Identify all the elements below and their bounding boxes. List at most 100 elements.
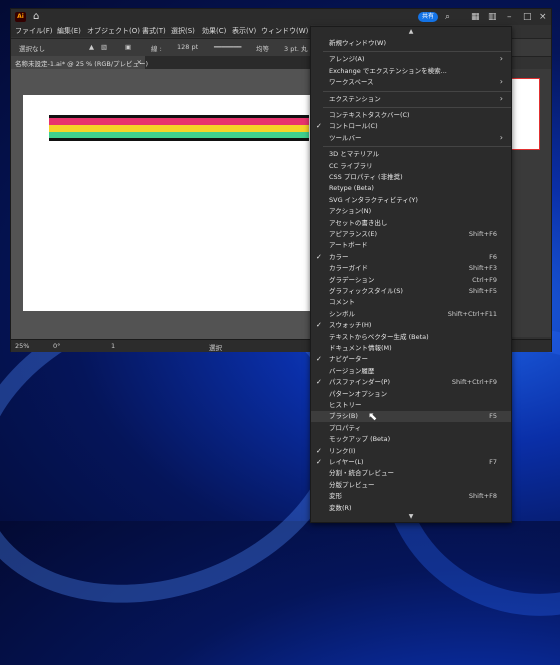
menu-item-label: アートボード bbox=[329, 241, 368, 250]
window-menu-item[interactable]: プロパティ bbox=[311, 423, 511, 434]
window-menu-item[interactable]: アートボード bbox=[311, 240, 511, 251]
window-menu-item[interactable]: ドキュメント情報(M) bbox=[311, 343, 511, 354]
line-style-select[interactable]: 均等 bbox=[256, 43, 269, 53]
menu-item-shortcut: Shift+F3 bbox=[468, 264, 497, 273]
menu-item-label: カラー bbox=[329, 252, 349, 261]
menu-item-label: ドキュメント情報(M) bbox=[329, 344, 392, 352]
window-menu-item[interactable]: 変形 Shift+F8 bbox=[311, 491, 511, 502]
menu-item-label: ナビゲーター bbox=[329, 355, 368, 364]
search-icon[interactable]: ⌕ bbox=[445, 12, 450, 22]
scroll-up-arrow[interactable]: ▲ bbox=[311, 28, 511, 36]
share-button[interactable]: 共有 bbox=[418, 12, 438, 22]
stroke-label: 線 : bbox=[151, 45, 162, 53]
menu-separator bbox=[323, 51, 511, 53]
menu-item-label: テキストからベクター生成 (Beta) bbox=[329, 332, 429, 341]
window-menu-item[interactable]: パターンオプション bbox=[311, 389, 511, 400]
window-menu-item[interactable]: ✓ パスファインダー(P) Shift+Ctrl+F9 bbox=[311, 377, 511, 388]
menu-item-label: リンク(I) bbox=[329, 446, 356, 455]
scroll-down-arrow[interactable]: ▼ bbox=[311, 513, 511, 521]
window-menu-item[interactable]: ブラシ(B) F5 bbox=[311, 411, 511, 423]
panel-icon[interactable]: ▥ bbox=[488, 12, 497, 22]
window-menu-item[interactable]: バージョン履歴 bbox=[311, 366, 511, 377]
artwork-stripe[interactable] bbox=[49, 125, 309, 132]
mouse-cursor-icon: ⬉ bbox=[368, 410, 378, 423]
artwork-stripe[interactable] bbox=[49, 138, 309, 141]
window-menu-item[interactable]: CSS プロパティ (非推奨) bbox=[311, 172, 511, 183]
window-menu-item[interactable]: ✓ ナビゲーター bbox=[311, 354, 511, 365]
window-menu-item[interactable]: グラフィックスタイル(S) Shift+F5 bbox=[311, 286, 511, 297]
menu-view[interactable]: 表示(V) bbox=[232, 26, 256, 36]
window-menu-item[interactable]: テキストからベクター生成 (Beta) bbox=[311, 332, 511, 343]
stroke-weight-field[interactable]: 128 pt bbox=[177, 43, 198, 51]
window-menu-item[interactable]: ✓ コントロール(C) bbox=[311, 121, 511, 132]
brush-weight-select[interactable]: 3 pt. 丸 bbox=[284, 43, 308, 53]
menu-effect[interactable]: 効果(C) bbox=[202, 26, 226, 36]
tab-close-icon[interactable]: × bbox=[137, 58, 142, 66]
window-menu-item[interactable]: コンテキストタスクバー(C) bbox=[311, 110, 511, 121]
line-preview[interactable]: ━━━━━━━ bbox=[214, 43, 241, 51]
menu-item-shortcut: F7 bbox=[489, 458, 497, 466]
menu-item-label: Exchange でエクステンションを検索... bbox=[329, 66, 447, 75]
document-tabs: 名称未設定-1.ai* @ 25 % (RGB/プレビュー) × bbox=[11, 56, 311, 69]
window-menu-item[interactable]: アクション(N) bbox=[311, 206, 511, 217]
home-icon[interactable]: ⌂ bbox=[33, 12, 43, 22]
artboard-number[interactable]: 1 bbox=[111, 342, 115, 350]
window-menu-item[interactable]: ✓ レイヤー(L) F7 bbox=[311, 457, 511, 468]
menu-item-label: モックアップ (Beta) bbox=[329, 435, 391, 444]
window-menu-item[interactable]: カラーガイド Shift+F3 bbox=[311, 263, 511, 274]
window-menu-item[interactable]: ヒストリー bbox=[311, 400, 511, 411]
rotation-value[interactable]: 0° bbox=[53, 342, 60, 350]
minimize-icon[interactable]: – bbox=[507, 12, 512, 22]
window-menu-item[interactable]: 新規ウィンドウ(W) bbox=[311, 38, 511, 49]
menu-type[interactable]: 書式(T) bbox=[142, 26, 166, 36]
menu-item-label: ワークスペース bbox=[329, 78, 374, 87]
menu-item-label: プロパティ bbox=[329, 423, 362, 432]
document-tab[interactable]: 名称未設定-1.ai* @ 25 % (RGB/プレビュー) × bbox=[11, 56, 149, 69]
window-menu-item[interactable]: 分版プレビュー bbox=[311, 480, 511, 491]
menu-window[interactable]: ウィンドウ(W) bbox=[261, 26, 308, 36]
window-menu-item[interactable]: ✓ カラー F6 bbox=[311, 252, 511, 263]
window-menu-item[interactable]: Retype (Beta) bbox=[311, 183, 511, 194]
menu-file[interactable]: ファイル(F) bbox=[15, 26, 53, 36]
window-menu-item[interactable]: ワークスペース › bbox=[311, 77, 511, 88]
window-menu-item[interactable]: CC ライブラリ bbox=[311, 161, 511, 172]
window-menu-item[interactable]: アレンジ(A) › bbox=[311, 54, 511, 65]
menu-edit[interactable]: 編集(E) bbox=[57, 26, 81, 36]
menu-item-shortcut: Shift+F8 bbox=[468, 492, 497, 501]
menu-item-label: バージョン履歴 bbox=[329, 366, 375, 375]
menu-item-label: アセットの書き出し bbox=[329, 218, 388, 227]
window-menu-item[interactable]: 3D とマテリアル bbox=[311, 149, 511, 160]
title-bar: Ai ⌂ 共有 ⌕ ▦ ▥ – □ × bbox=[11, 9, 551, 25]
window-menu-item[interactable]: 分割・統合プレビュー bbox=[311, 468, 511, 479]
window-menu-item[interactable]: コメント bbox=[311, 297, 511, 308]
menu-item-label: 3D とマテリアル bbox=[329, 150, 380, 159]
window-menu-item[interactable]: アセットの書き出し bbox=[311, 218, 511, 229]
stroke-swatch[interactable]: ▣ bbox=[125, 43, 131, 51]
window-menu-item[interactable]: シンボル Shift+Ctrl+F11 bbox=[311, 309, 511, 320]
window-menu-item[interactable]: グラデーション Ctrl+F9 bbox=[311, 275, 511, 286]
window-menu-item[interactable]: アピアランス(E) Shift+F6 bbox=[311, 229, 511, 240]
menu-item-label: グラフィックスタイル(S) bbox=[329, 287, 403, 295]
artwork-stripe[interactable] bbox=[49, 118, 309, 125]
document-tab-title: 名称未設定-1.ai* @ 25 % (RGB/プレビュー) bbox=[15, 60, 149, 68]
window-menu-item[interactable]: ツールバー › bbox=[311, 133, 511, 144]
window-menu-item[interactable]: ✓ リンク(I) bbox=[311, 446, 511, 457]
workspace-icon[interactable]: ▦ bbox=[471, 12, 480, 22]
canvas[interactable] bbox=[11, 69, 313, 339]
maximize-icon[interactable]: □ bbox=[523, 12, 532, 22]
menu-object[interactable]: オブジェクト(O) bbox=[87, 26, 140, 36]
menu-item-label: 変形 bbox=[329, 492, 342, 501]
close-icon[interactable]: × bbox=[539, 12, 547, 22]
window-menu-item[interactable]: SVG インタラクティビティ(Y) bbox=[311, 195, 511, 206]
menu-select[interactable]: 選択(S) bbox=[171, 26, 195, 36]
menu-item-label: ツールバー bbox=[329, 133, 362, 142]
window-menu-item[interactable]: エクステンション › bbox=[311, 94, 511, 105]
window-menu-item[interactable]: ✓ スウォッチ(H) bbox=[311, 320, 511, 331]
fill-swatch[interactable]: ▧ bbox=[101, 43, 107, 51]
menu-item-label: 分割・統合プレビュー bbox=[329, 469, 394, 478]
menu-bar: ファイル(F) 編集(E) オブジェクト(O) 書式(T) 選択(S) 効果(C… bbox=[11, 25, 311, 37]
window-menu-item[interactable]: モックアップ (Beta) bbox=[311, 434, 511, 445]
window-menu-item[interactable]: 変数(R) bbox=[311, 503, 511, 514]
zoom-level[interactable]: 25% bbox=[15, 342, 29, 350]
window-menu-item[interactable]: Exchange でエクステンションを検索... bbox=[311, 66, 511, 77]
